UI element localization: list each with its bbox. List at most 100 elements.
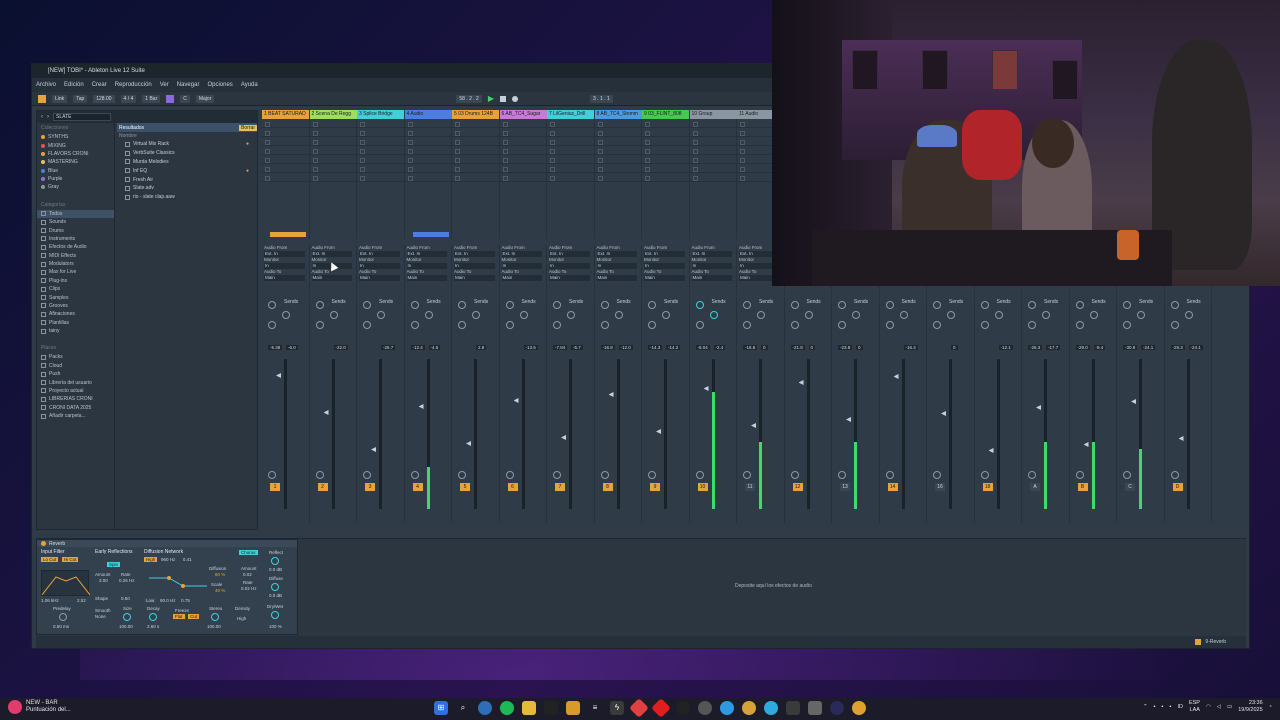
clip-slot[interactable] [309, 155, 356, 164]
tray-app-icon[interactable]: ▪ [1162, 704, 1164, 710]
volume-readout[interactable]: -23.8 [838, 345, 853, 350]
pan-knob[interactable] [838, 321, 846, 329]
clip-slot[interactable] [357, 173, 404, 182]
clip-slot[interactable] [642, 119, 689, 128]
clip-slot[interactable] [309, 173, 356, 182]
menu-archivo[interactable]: Archivo [36, 82, 56, 88]
quantize-select[interactable]: 1 Bar [142, 94, 161, 103]
category-item[interactable]: Max for Live [37, 268, 114, 276]
volume-fader[interactable] [1131, 399, 1136, 404]
peak-readout[interactable]: -24.1 [1188, 345, 1203, 350]
clip-slot[interactable] [262, 155, 309, 164]
send-b-knob[interactable] [1137, 311, 1145, 319]
volume-readout[interactable]: -21.8 [790, 345, 805, 350]
pan-knob[interactable] [1170, 321, 1179, 329]
track-activator-button[interactable]: 3 [365, 483, 375, 491]
track-pan-knob[interactable] [1028, 471, 1036, 479]
filter-display[interactable] [41, 570, 91, 596]
clip-slot[interactable] [594, 146, 641, 155]
volume-fader[interactable] [466, 441, 471, 446]
track-pan-knob[interactable] [363, 471, 371, 479]
density-value[interactable]: High [237, 616, 246, 621]
send-a-knob[interactable] [933, 301, 941, 309]
collection-item[interactable]: MIXING [37, 141, 114, 149]
collection-item[interactable]: FLAVORS CRONI [37, 150, 114, 158]
volume-readout[interactable]: -8.04 [695, 345, 710, 350]
send-b-knob[interactable] [329, 311, 338, 319]
pan-knob[interactable] [933, 321, 941, 329]
clip-slot[interactable] [689, 146, 736, 155]
clip-slot[interactable] [404, 128, 451, 137]
track-pan-knob[interactable] [790, 471, 799, 479]
volume-readout[interactable]: -29.0 [1075, 345, 1090, 350]
clip-slot[interactable] [594, 164, 641, 173]
category-item[interactable]: Todos [37, 209, 114, 218]
track-pan-knob[interactable] [648, 471, 656, 479]
diffuse-value[interactable]: 0.0 dB [269, 593, 282, 598]
clip-slot[interactable] [594, 155, 641, 164]
lo-cut-toggle[interactable]: Lo Cut [41, 557, 59, 562]
category-item[interactable]: Clips [37, 285, 114, 293]
place-item[interactable]: LIBRERIAS CRONI [37, 395, 114, 403]
category-item[interactable]: Drums [37, 226, 114, 234]
low-value[interactable]: 0.75 [181, 598, 190, 603]
clip-slot[interactable] [262, 119, 309, 128]
volume-readout[interactable]: -16.8 [600, 345, 615, 350]
volume-fader[interactable] [371, 447, 376, 452]
track-activator-button[interactable]: 13 [840, 483, 850, 491]
track-activator-button[interactable]: 1 [270, 483, 280, 491]
start-icon[interactable]: ⊞ [434, 701, 448, 715]
place-item[interactable]: Añadir carpeta... [37, 412, 114, 420]
clip-slot[interactable] [499, 155, 546, 164]
track-header[interactable]: 9 03_FLINT_808 [642, 110, 689, 119]
position-field[interactable]: 58 . 2 . 2 [456, 94, 482, 103]
clip-slot[interactable] [594, 119, 641, 128]
battery-icon[interactable]: ▭ [1227, 704, 1232, 710]
place-item[interactable]: CRONI DATA 2025 [37, 404, 114, 412]
clip-slot[interactable] [689, 164, 736, 173]
send-a-knob[interactable] [1028, 301, 1036, 309]
pan-knob[interactable] [980, 321, 989, 329]
send-b-knob[interactable] [662, 311, 670, 319]
clip-slot[interactable] [309, 128, 356, 137]
place-item[interactable]: Cloud [37, 362, 114, 370]
clip-slot[interactable] [404, 119, 451, 128]
track-header[interactable]: 6 AB_TC4_Sugar [499, 110, 547, 119]
volume-fader[interactable] [418, 404, 424, 409]
device-chain-icon[interactable] [1195, 639, 1202, 645]
clip-slot[interactable] [499, 137, 546, 146]
clip-slot[interactable] [262, 137, 309, 146]
send-a-knob[interactable] [790, 301, 799, 309]
clip-slot[interactable] [547, 146, 594, 155]
pan-knob[interactable] [743, 321, 751, 329]
track-header[interactable]: 2 Scena De Regg [309, 110, 357, 119]
track-pan-knob[interactable] [553, 471, 561, 479]
category-item[interactable]: Sounds [37, 218, 114, 226]
clip-slot[interactable] [689, 119, 736, 128]
link-button[interactable]: Link [52, 94, 68, 103]
collection-item[interactable]: MASTERING [37, 158, 114, 166]
clip-slot[interactable] [499, 119, 546, 128]
track-pan-knob[interactable] [505, 471, 514, 479]
dry-wet-knob[interactable] [271, 611, 279, 619]
collection-item[interactable]: Gray [37, 183, 114, 191]
ableton-icon[interactable] [808, 701, 822, 715]
volume-fader[interactable] [988, 448, 994, 453]
clip-slot[interactable] [357, 137, 404, 146]
clip-slot[interactable] [642, 128, 689, 137]
track-activator-button[interactable]: 18 [982, 483, 993, 491]
collection-item[interactable]: Blue [37, 167, 114, 175]
chrome-blue-icon[interactable] [720, 701, 734, 715]
browser-search-input[interactable] [53, 113, 111, 121]
edge-icon[interactable] [478, 701, 492, 715]
volume-fader[interactable] [751, 423, 756, 428]
clip-slot[interactable] [547, 155, 594, 164]
browser-icon[interactable] [852, 701, 866, 715]
play-icon[interactable]: ▶ [488, 94, 494, 103]
track-pan-knob[interactable] [1075, 471, 1084, 479]
output-select[interactable]: Main [264, 275, 305, 281]
send-b-knob[interactable] [282, 311, 290, 319]
menu-ayuda[interactable]: Ayuda [241, 82, 258, 88]
flat-toggle[interactable]: Flat [173, 614, 185, 619]
decay-value[interactable]: 2.60 s [147, 624, 159, 629]
